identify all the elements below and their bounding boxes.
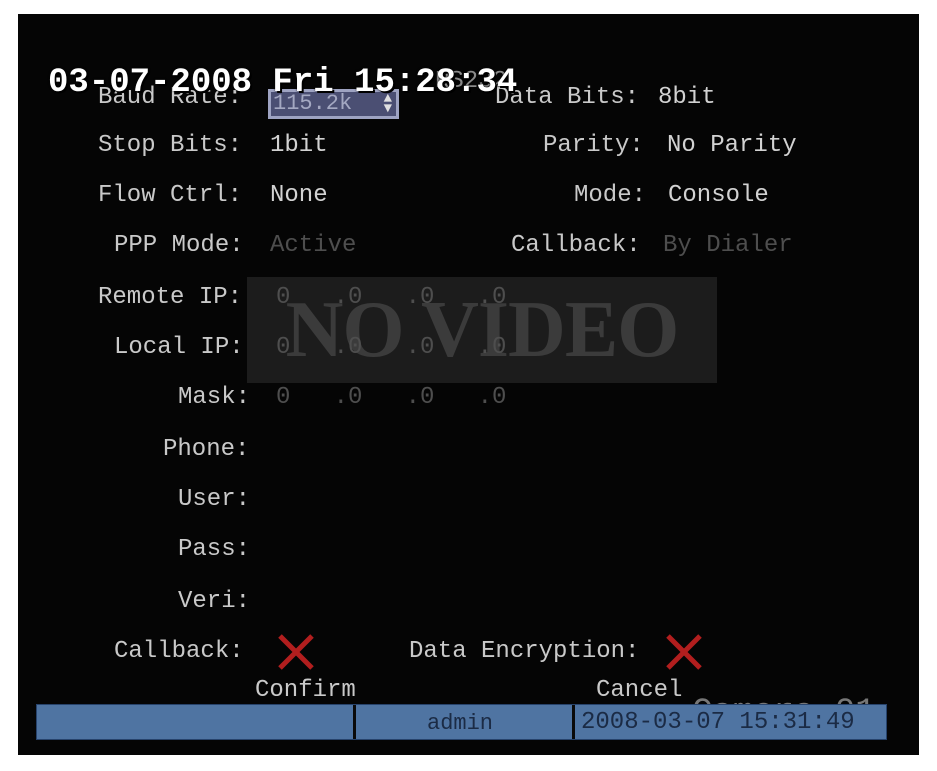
data-encryption-checkbox-x-icon[interactable] [664,632,704,672]
osd-datetime: 03-07-2008 Fri 15:28:34 [48,64,518,102]
local-ip-label: Local IP: [114,334,244,361]
mode-label: Mode: [574,182,647,209]
mode-value[interactable]: Console [668,182,769,209]
pass-label: Pass: [178,536,251,563]
callback-mode-value: By Dialer [663,232,793,259]
parity-value[interactable]: No Parity [667,132,797,159]
status-divider [572,705,575,739]
stop-bits-value[interactable]: 1bit [270,132,328,159]
remote-ip-label: Remote IP: [98,284,243,311]
local-ip-input[interactable]: 0 .0 .0 .0 [276,334,506,361]
dvr-screen: NO VIDEO RS232 Baud Rate: 115.2k ▲ ▼ Data… [18,14,919,755]
flow-ctrl-label: Flow Ctrl: [98,182,243,209]
data-encryption-label: Data Encryption: [409,638,640,665]
ppp-mode-value: Active [270,232,357,259]
flow-ctrl-value[interactable]: None [270,182,328,209]
callback-checkbox-x-icon[interactable] [276,632,316,672]
veri-label: Veri: [178,588,251,615]
callback-mode-label: Callback: [511,232,641,259]
status-timestamp: 2008-03-07 15:31:49 [581,709,855,736]
mask-label: Mask: [178,384,251,411]
stop-bits-label: Stop Bits: [98,132,243,159]
remote-ip-input[interactable]: 0 .0 .0 .0 [276,284,506,311]
user-label: User: [178,486,251,513]
status-divider [353,705,356,739]
mask-input[interactable]: 0 .0 .0 .0 [276,384,506,411]
status-bar: admin 2008-03-07 15:31:49 [36,704,887,740]
status-user: admin [427,711,494,736]
phone-label: Phone: [163,436,250,463]
ppp-mode-label: PPP Mode: [114,232,244,259]
cancel-button[interactable]: Cancel [596,677,682,704]
data-bits-value[interactable]: 8bit [658,84,716,111]
confirm-button[interactable]: Confirm [255,677,356,704]
callback-label: Callback: [114,638,244,665]
parity-label: Parity: [543,132,644,159]
